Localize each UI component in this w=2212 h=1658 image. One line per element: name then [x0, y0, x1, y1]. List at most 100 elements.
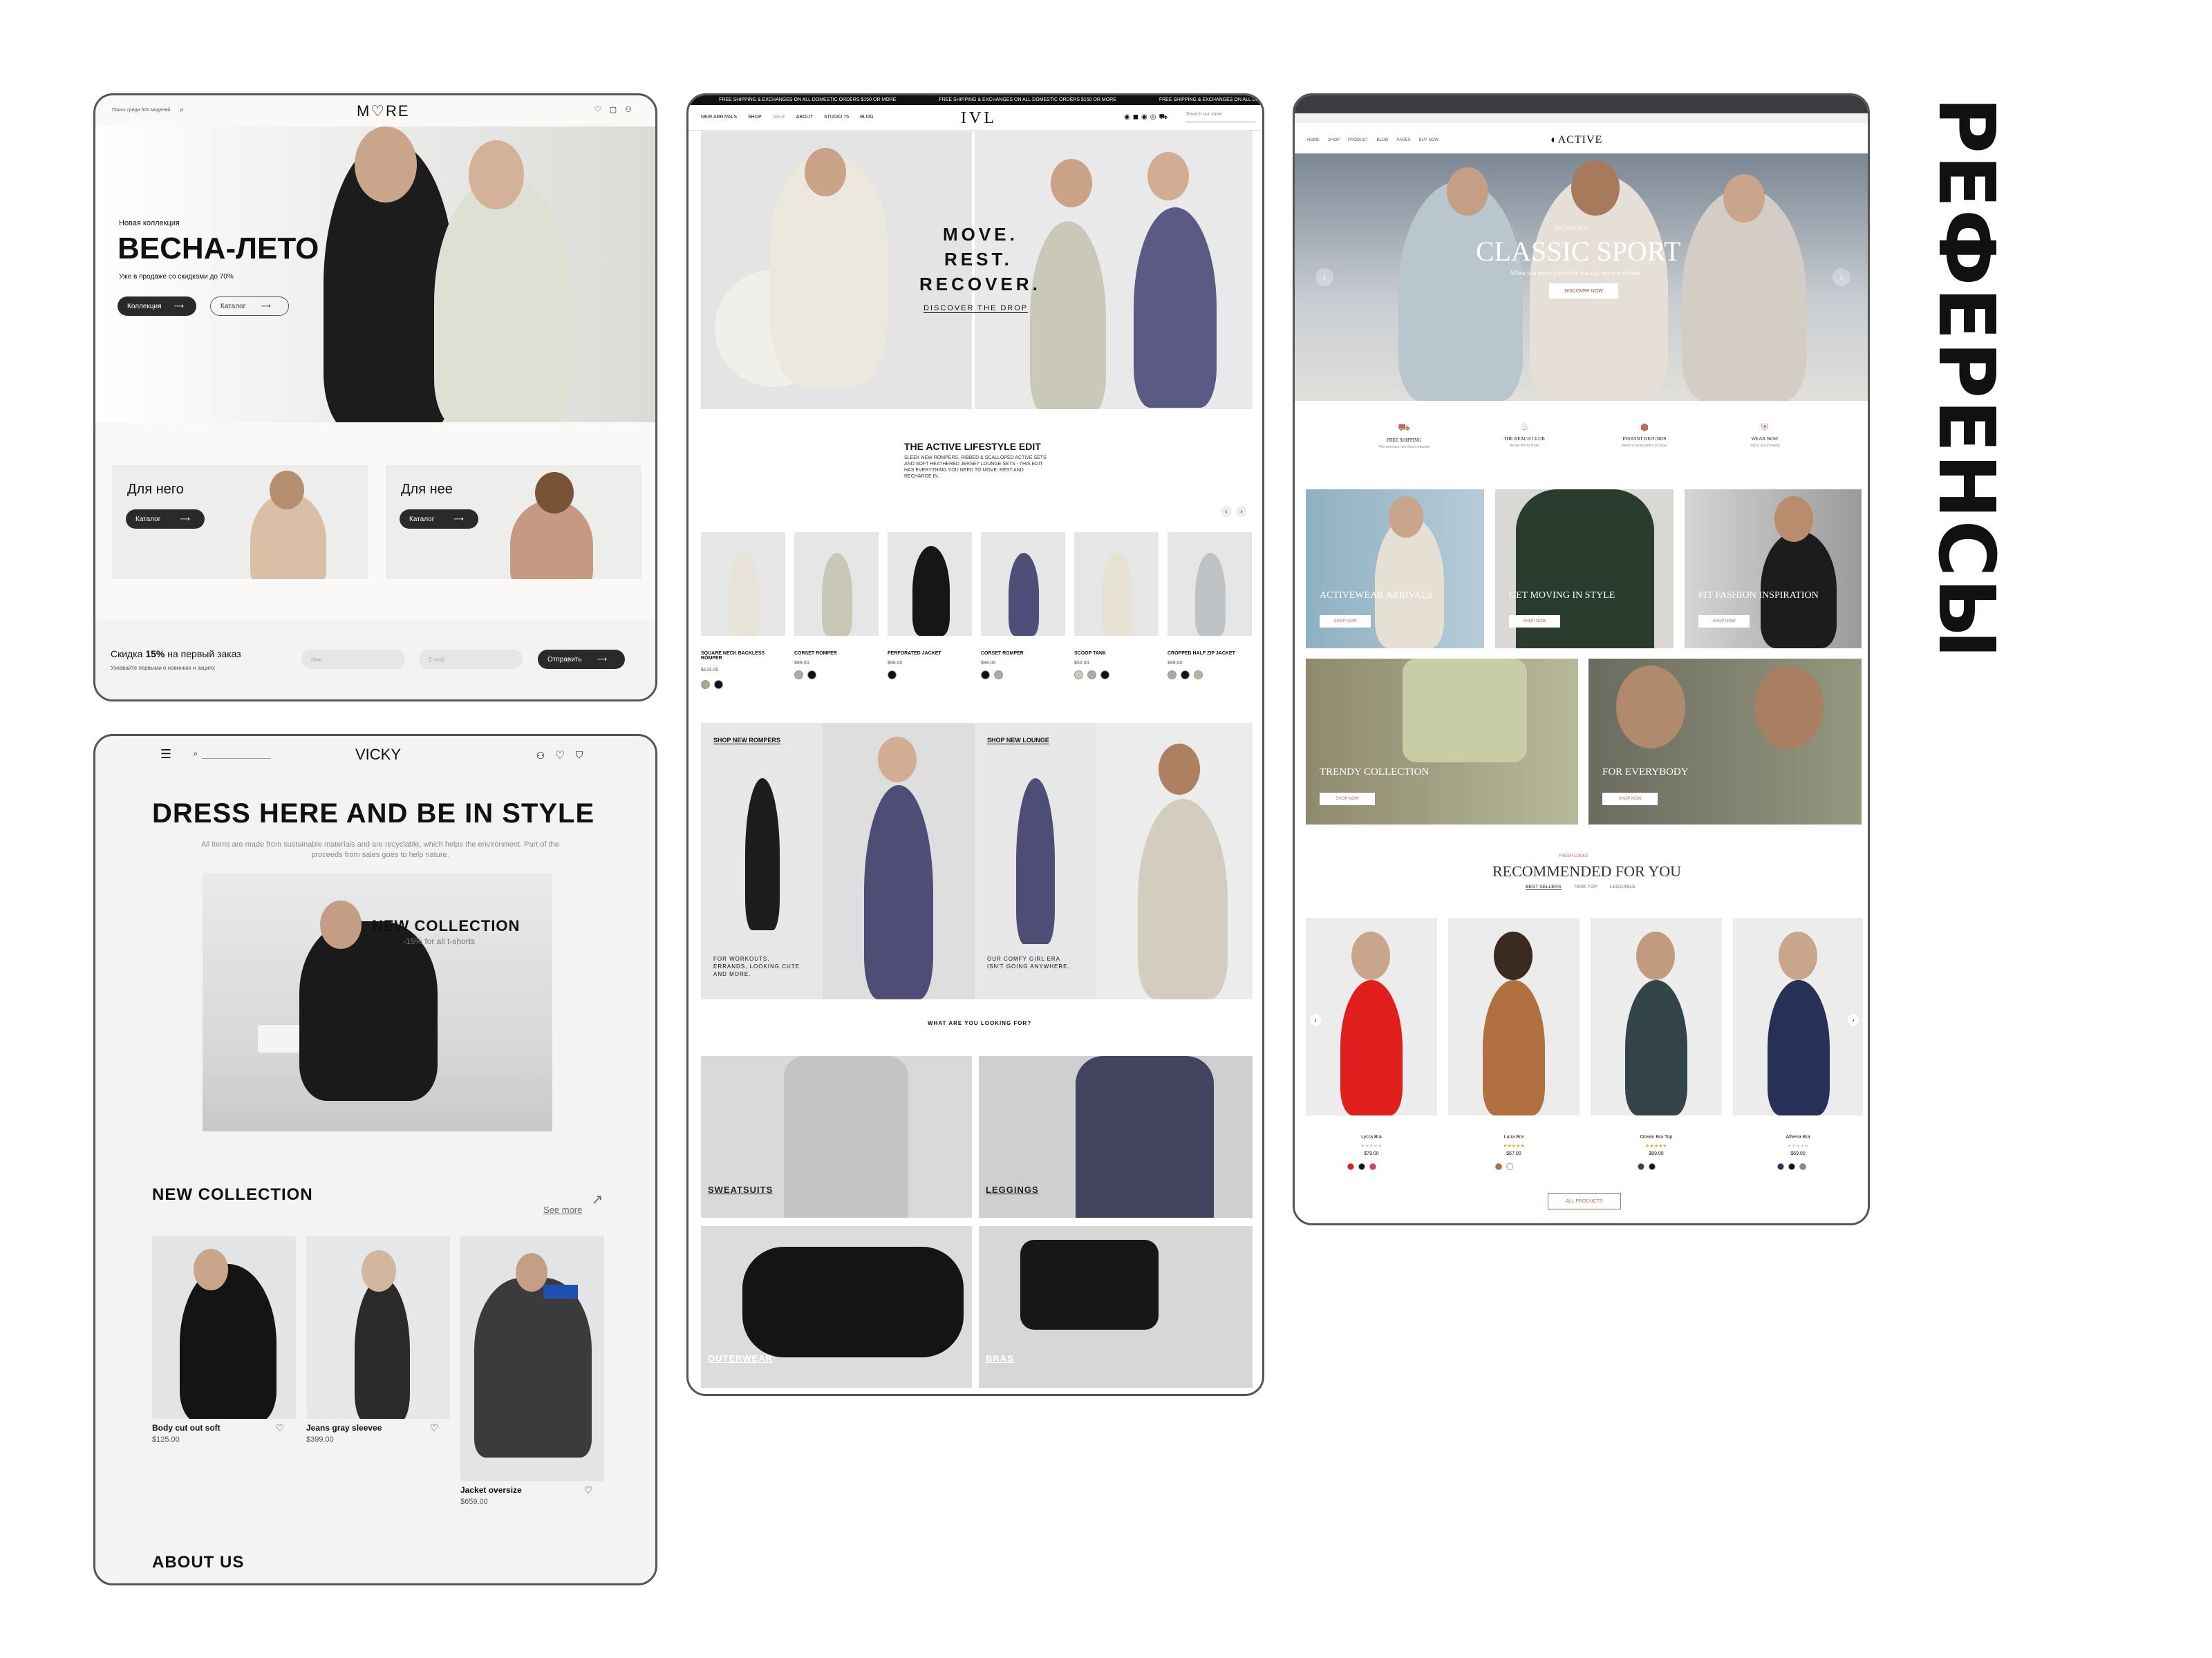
- shop-lounge-label[interactable]: SHOP NEW LOUNGE: [987, 737, 1049, 744]
- color-swatches[interactable]: [1074, 670, 1114, 683]
- ivl-logo[interactable]: IVL: [961, 109, 997, 128]
- all-products-button[interactable]: ALL PRODUCTS: [1548, 1193, 1621, 1209]
- hero-next-arrow-icon[interactable]: ›: [1833, 268, 1850, 286]
- category-tile[interactable]: BRAS: [979, 1226, 1253, 1388]
- for-him-card[interactable]: Для него Каталог ⟶: [112, 465, 368, 579]
- color-swatches[interactable]: [1495, 1161, 1517, 1174]
- discover-now-button[interactable]: DISCOVER NOW: [1549, 283, 1618, 299]
- rec-product-name[interactable]: Lycra Bra: [1306, 1135, 1437, 1140]
- shop-now-button[interactable]: SHOP NOW: [1509, 615, 1560, 628]
- shop-now-button[interactable]: SHOP NOW: [1602, 793, 1658, 805]
- nav-item[interactable]: BUY NOW: [1419, 138, 1439, 142]
- search-icon[interactable]: ⌕: [191, 748, 200, 758]
- discover-drop-link[interactable]: DISCOVER THE DROP: [924, 304, 1029, 313]
- color-swatches[interactable]: [794, 670, 821, 683]
- product-name[interactable]: Jeans gray sleevee: [306, 1423, 382, 1433]
- nav-new-arrivals[interactable]: NEW ARRIVALS: [701, 115, 737, 120]
- more-logo[interactable]: M♡RE: [357, 102, 410, 120]
- promo-tile[interactable]: ACTIVEWEAR ARRIVALS SHOP NOW: [1306, 489, 1484, 648]
- for-her-card[interactable]: Для нее Каталог ⟶: [386, 465, 641, 579]
- promo-tile[interactable]: TRENDY COLLECTION SHOP NOW: [1306, 659, 1578, 825]
- active-logo[interactable]: ◐ACTIVE: [1550, 134, 1602, 147]
- product-name[interactable]: Body cut out soft: [152, 1423, 221, 1433]
- ivl-product-photo[interactable]: [1168, 532, 1252, 636]
- ivl-product-name[interactable]: SCOOP TANK: [1074, 651, 1150, 656]
- promo-tile[interactable]: FOR EVERYBODY SHOP NOW: [1588, 659, 1862, 825]
- nav-item[interactable]: HOME: [1307, 138, 1320, 142]
- category-label[interactable]: OUTERWEAR: [708, 1353, 773, 1364]
- rompers-promo[interactable]: SHOP NEW ROMPERS FOR WORKOUTS, ERRANDS, …: [701, 723, 823, 999]
- rec-product-name[interactable]: Athena Bra: [1733, 1135, 1863, 1140]
- ivl-product-name[interactable]: PERFORATED JACKET: [888, 651, 964, 656]
- user-icon[interactable]: ⚇: [535, 750, 546, 761]
- search-underline[interactable]: [202, 758, 271, 759]
- rec-product-photo[interactable]: [1306, 918, 1437, 1115]
- submit-button[interactable]: Отправить ⟶: [538, 650, 625, 669]
- category-tile[interactable]: OUTERWEAR: [701, 1226, 972, 1388]
- heart-icon[interactable]: ♡: [554, 750, 565, 762]
- more-search-hint[interactable]: Поиск среди 500 моделей: [112, 108, 170, 113]
- hero-prev-arrow-icon[interactable]: ‹: [1315, 268, 1333, 286]
- promo-tile[interactable]: GET MOVING IN STYLE SHOP NOW: [1495, 489, 1674, 648]
- category-tile[interactable]: SWEATSUITS: [701, 1056, 972, 1218]
- rec-next-arrow-icon[interactable]: ›: [1848, 1015, 1859, 1026]
- category-tile[interactable]: LEGGINGS: [979, 1056, 1253, 1218]
- bag-icon[interactable]: ⛉: [574, 748, 585, 761]
- nav-blog[interactable]: BLOG: [860, 115, 873, 120]
- category-label[interactable]: SWEATSUITS: [708, 1185, 773, 1195]
- rec-product-photo[interactable]: [1591, 918, 1722, 1115]
- nav-shop[interactable]: SHOP: [748, 115, 762, 120]
- product-card[interactable]: [152, 1236, 296, 1419]
- rec-product-photo[interactable]: [1448, 918, 1580, 1115]
- ivl-product-photo[interactable]: [794, 532, 879, 636]
- heart-icon[interactable]: ♡: [593, 104, 603, 114]
- wishlist-heart-icon[interactable]: ♡: [583, 1485, 593, 1496]
- vicky-logo[interactable]: VICKY: [355, 746, 401, 764]
- tab-leggings[interactable]: LEGGINGS: [1610, 885, 1635, 890]
- catalog-button[interactable]: Каталог ⟶: [210, 296, 289, 316]
- color-swatches[interactable]: [1347, 1161, 1380, 1174]
- shop-now-button[interactable]: SHOP NOW: [1698, 615, 1750, 628]
- vicky-banner[interactable]: NEW COLLECTION -15% for all t-shorts: [203, 873, 552, 1131]
- name-input[interactable]: Имя: [301, 650, 405, 669]
- ivl-product-name[interactable]: CORSET ROMPER: [981, 651, 1057, 656]
- search-icon[interactable]: ⌕: [177, 105, 187, 115]
- promo-tile[interactable]: FIT FASHION INSPIRATION SHOP NOW: [1685, 489, 1862, 648]
- rec-product-name[interactable]: Ocean Bra Top: [1591, 1135, 1722, 1140]
- bag-icon[interactable]: ▢: [608, 104, 618, 114]
- ivl-product-photo[interactable]: [1074, 532, 1159, 636]
- color-swatches[interactable]: [1638, 1161, 1660, 1174]
- rec-product-photo[interactable]: [1733, 918, 1863, 1115]
- ivl-product-photo[interactable]: [888, 532, 972, 636]
- ivl-product-photo[interactable]: [701, 532, 785, 636]
- menu-icon[interactable]: ☰: [155, 747, 177, 761]
- color-swatches[interactable]: [981, 670, 1007, 683]
- user-icon[interactable]: ⚇: [624, 104, 633, 114]
- see-more-link[interactable]: See more: [543, 1205, 582, 1215]
- shop-now-button[interactable]: SHOP NOW: [1320, 615, 1371, 628]
- color-swatches[interactable]: [888, 670, 901, 683]
- product-card[interactable]: [306, 1236, 450, 1419]
- carousel-prev-icon[interactable]: ‹: [1221, 506, 1232, 517]
- nav-item[interactable]: PAGES: [1396, 138, 1410, 142]
- nav-item[interactable]: BLOG: [1377, 138, 1389, 142]
- email-input[interactable]: E-mail: [419, 650, 523, 669]
- ivl-product-photo[interactable]: [981, 532, 1065, 636]
- wishlist-heart-icon[interactable]: ♡: [429, 1422, 439, 1433]
- product-name[interactable]: Jacket oversize: [460, 1485, 522, 1495]
- lounge-promo[interactable]: SHOP NEW LOUNGE OUR COMFY GIRL ERA ISN'T…: [975, 723, 1096, 999]
- tab-best-sellers[interactable]: BEST SELLERS: [1526, 885, 1562, 890]
- nav-about[interactable]: ABOUT: [796, 115, 813, 120]
- collection-button[interactable]: Коллекция ⟶: [118, 296, 196, 316]
- nav-sale[interactable]: SALE: [773, 115, 785, 120]
- for-her-catalog-button[interactable]: Каталог ⟶: [400, 509, 478, 529]
- nav-studio[interactable]: STUDIO 75: [824, 115, 849, 120]
- store-search-input[interactable]: Search our store: [1186, 112, 1255, 122]
- shop-rompers-label[interactable]: SHOP NEW ROMPERS: [713, 737, 780, 744]
- rec-prev-arrow-icon[interactable]: ‹: [1310, 1015, 1321, 1026]
- category-label[interactable]: BRAS: [986, 1353, 1014, 1364]
- color-swatches[interactable]: [701, 680, 727, 693]
- social-icons[interactable]: ◉◼◉◎⛟: [1124, 113, 1170, 122]
- nav-item[interactable]: PRODUCT: [1348, 138, 1369, 142]
- ivl-product-name[interactable]: CROPPED HALF ZIP JACKET: [1168, 651, 1250, 656]
